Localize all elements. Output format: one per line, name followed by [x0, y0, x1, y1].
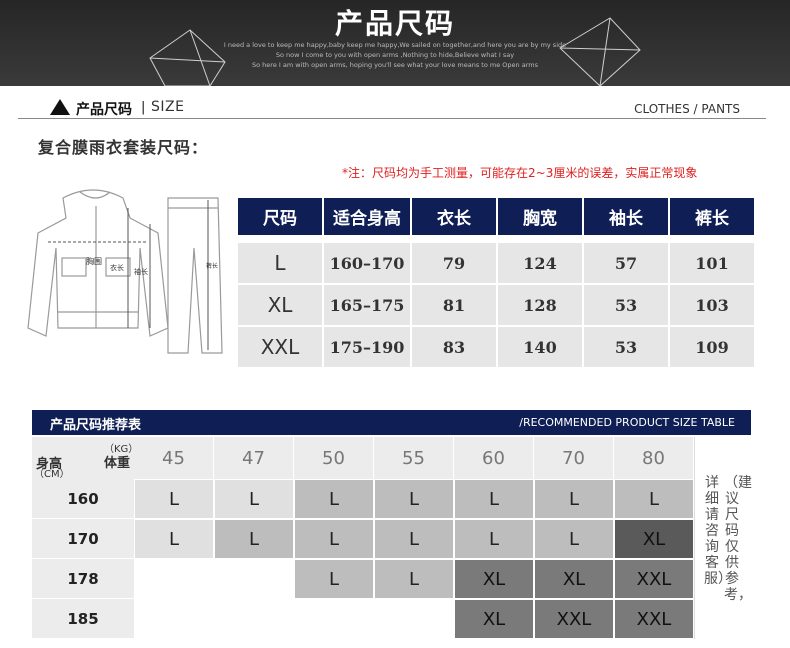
- height-header: 160: [32, 479, 134, 519]
- size-cell: [134, 599, 214, 639]
- coat-length-label: 衣长: [110, 263, 124, 272]
- height-header: 170: [32, 519, 134, 559]
- size-cell: XL: [454, 559, 534, 599]
- advice-note: （建议尺码仅供参考， 详细请咨询客服）: [702, 475, 752, 635]
- table-cell: 160–170: [324, 243, 410, 283]
- size-cell: L: [294, 559, 374, 599]
- table-cell: 175–190: [324, 327, 410, 367]
- size-cell: L: [134, 479, 214, 519]
- table-cell: 79: [412, 243, 496, 283]
- header-cell: 尺码: [238, 198, 322, 235]
- product-subtitle: 复合膜雨衣套装尺码：: [38, 138, 209, 157]
- header-cell: 胸宽: [498, 198, 582, 235]
- size-cell: L: [534, 519, 614, 559]
- recommend-title: 产品尺码推荐表: [50, 418, 142, 433]
- table-cell: 128: [498, 285, 582, 325]
- section-header: 产品尺码 | SIZE CLOTHES / PANTS: [44, 99, 764, 119]
- size-table-header: 尺码 适合身高 衣长 胸宽 袖长 裤长: [238, 198, 754, 235]
- table-cell: 165–175: [324, 285, 410, 325]
- top-banner: 产品尺码 I need a love to keep me happy,baby…: [0, 0, 790, 86]
- banner-lyrics: I need a love to keep me happy,baby keep…: [150, 40, 640, 70]
- table-cell: 140: [498, 327, 582, 367]
- section-right-label: CLOTHES / PANTS: [634, 102, 740, 116]
- chest-label: 胸围: [86, 256, 102, 266]
- size-cell: L: [374, 479, 454, 519]
- banner-title: 产品尺码: [334, 7, 455, 40]
- header-cell: 袖长: [584, 198, 668, 235]
- grid-divider: [694, 437, 695, 639]
- size-cell: [214, 599, 294, 639]
- weight-header: 45: [134, 437, 214, 479]
- size-cell: L: [454, 479, 534, 519]
- weight-header: 47: [214, 437, 294, 479]
- table-cell: 109: [670, 327, 754, 367]
- weight-header: 60: [454, 437, 534, 479]
- height-header: 178: [32, 559, 134, 599]
- garment-illustration: 胸围 衣长 袖长 裤长: [27, 189, 223, 354]
- advice-column: 详细请咨询客服）: [704, 475, 732, 587]
- banner-line: I need a love to keep me happy,baby keep…: [223, 41, 567, 49]
- table-cell: XL: [238, 285, 322, 325]
- banner-line: So here I am with open arms, hoping you'…: [252, 61, 538, 69]
- size-cell: L: [294, 479, 374, 519]
- size-cell: [294, 599, 374, 639]
- size-cell: L: [614, 479, 694, 519]
- height-header: 185: [32, 599, 134, 639]
- table-cell: XXL: [238, 327, 322, 367]
- sleeve-label: 袖长: [134, 267, 148, 276]
- recommend-subtitle: /RECOMMENDED PRODUCT SIZE TABLE: [519, 416, 735, 429]
- size-table: 尺码 适合身高 衣长 胸宽 袖长 裤长 L 160–170 79 124 57 …: [236, 196, 756, 369]
- table-cell: 101: [670, 243, 754, 283]
- size-cell: XXL: [614, 599, 694, 639]
- section-divider: [18, 118, 766, 119]
- triangle-icon: [50, 99, 70, 115]
- size-cell: L: [214, 519, 294, 559]
- grid-corner: （KG） 体重 身高 （CM）: [32, 437, 138, 480]
- size-cell: [214, 559, 294, 599]
- table-cell: 53: [584, 285, 668, 325]
- size-cell: L: [454, 519, 534, 559]
- size-cell: [134, 559, 214, 599]
- size-cell: XL: [534, 559, 614, 599]
- size-cell: L: [374, 519, 454, 559]
- height-unit: （CM）: [34, 469, 70, 480]
- size-cell: XXL: [534, 599, 614, 639]
- size-cell: L: [294, 519, 374, 559]
- table-row: XXL 175–190 83 140 53 109: [238, 327, 754, 367]
- weight-label: 体重: [104, 456, 131, 471]
- size-cell: XXL: [614, 559, 694, 599]
- table-row: L 160–170 79 124 57 101: [238, 243, 754, 283]
- table-cell: 53: [584, 327, 668, 367]
- table-cell: 57: [584, 243, 668, 283]
- size-cell: [374, 599, 454, 639]
- header-cell: 衣长: [412, 198, 496, 235]
- weight-header: 50: [294, 437, 374, 479]
- size-cell: XL: [454, 599, 534, 639]
- table-row: XL 165–175 81 128 53 103: [238, 285, 754, 325]
- section-size-label: SIZE: [151, 99, 185, 115]
- measurement-note: *注：尺码均为手工测量，可能存在2~3厘米的误差，实属正常现象: [342, 166, 698, 180]
- weight-header: 70: [534, 437, 614, 479]
- size-cell: L: [534, 479, 614, 519]
- size-cell: L: [134, 519, 214, 559]
- size-cell: XL: [614, 519, 694, 559]
- section-separator: |: [141, 100, 146, 115]
- pants-length-label: 裤长: [206, 262, 218, 270]
- header-cell: 裤长: [670, 198, 754, 235]
- size-cell: L: [214, 479, 294, 519]
- table-cell: L: [238, 243, 322, 283]
- banner-line: So now I come to you with open arms ,Not…: [275, 51, 515, 59]
- section-title: 产品尺码: [76, 102, 132, 118]
- weight-header: 80: [614, 437, 694, 479]
- table-cell: 81: [412, 285, 496, 325]
- table-cell: 83: [412, 327, 496, 367]
- table-cell: 124: [498, 243, 582, 283]
- size-cell: L: [374, 559, 454, 599]
- recommend-header: 产品尺码推荐表 /RECOMMENDED PRODUCT SIZE TABLE: [32, 410, 751, 435]
- header-cell: 适合身高: [324, 198, 410, 235]
- weight-header: 55: [374, 437, 454, 479]
- table-cell: 103: [670, 285, 754, 325]
